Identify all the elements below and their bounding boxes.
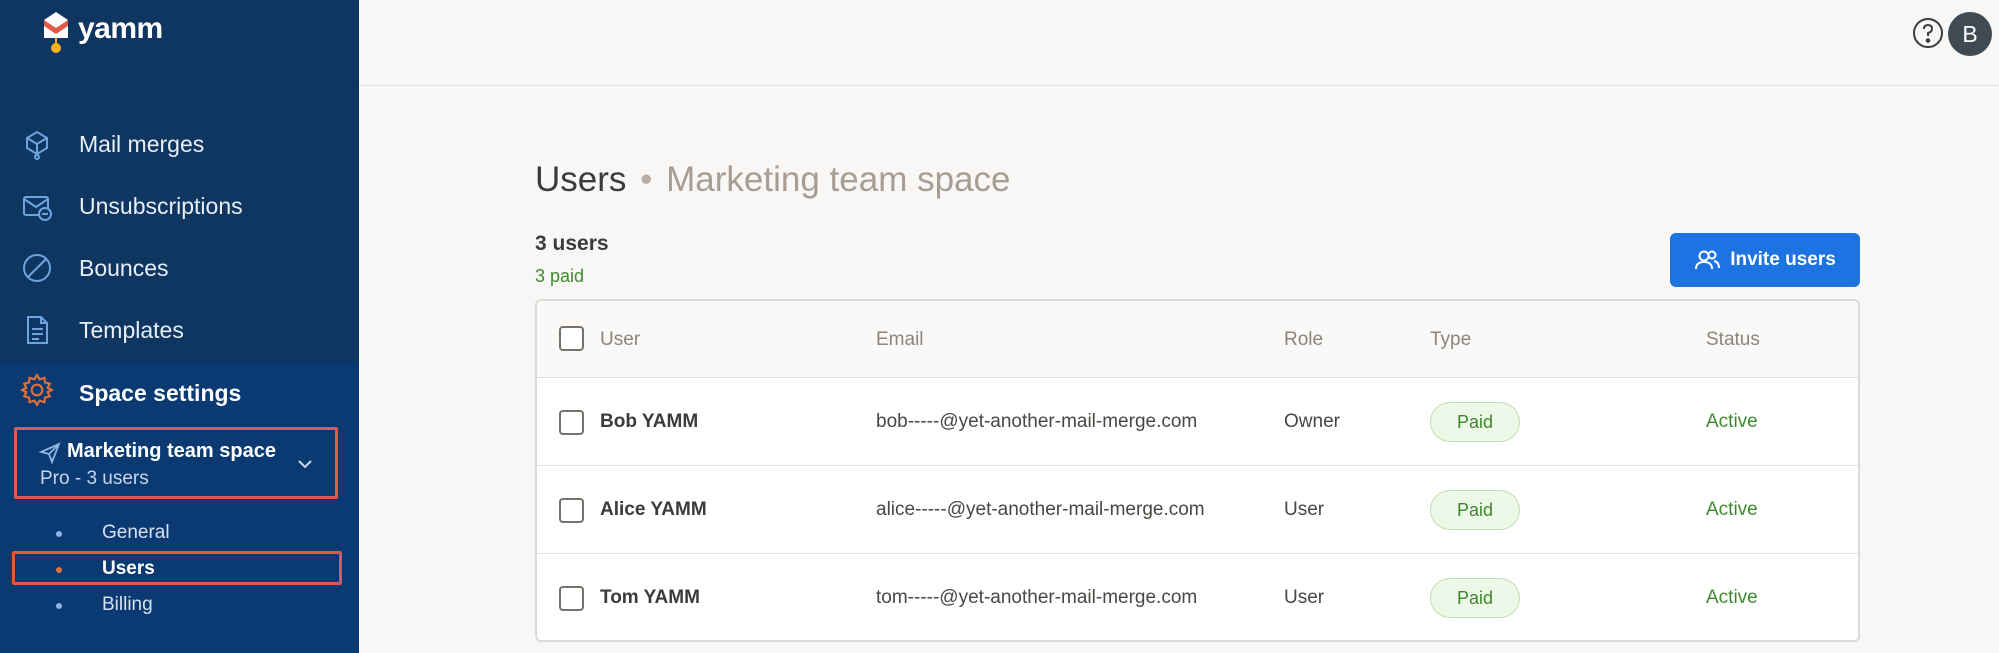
- row-checkbox[interactable]: [559, 586, 584, 611]
- nav-item-bounces[interactable]: Bounces: [0, 237, 359, 299]
- nav-item-mail-merges[interactable]: Mail merges: [0, 113, 359, 175]
- row-checkbox[interactable]: [559, 498, 584, 523]
- nav-label: Unsubscriptions: [79, 192, 243, 219]
- space-settings-label[interactable]: Space settings: [79, 380, 241, 407]
- paper-plane-icon: [38, 442, 61, 465]
- table-header: User Email Role Type Status: [537, 301, 1858, 378]
- table-row[interactable]: Bob YAMM bob-----@yet-another-mail-merge…: [537, 378, 1858, 466]
- sub-item-label: Billing: [102, 594, 153, 615]
- nav-item-templates[interactable]: Templates: [0, 299, 359, 361]
- type-badge: Paid: [1430, 402, 1520, 442]
- user-email: tom-----@yet-another-mail-merge.com: [876, 587, 1198, 608]
- space-plan: Pro - 3 users: [40, 468, 149, 489]
- bounces-icon: [20, 251, 54, 285]
- user-email: alice-----@yet-another-mail-merge.com: [876, 499, 1205, 520]
- gear-icon: [19, 373, 55, 407]
- sub-item-billing[interactable]: Billing: [0, 587, 359, 623]
- table-row[interactable]: Alice YAMM alice-----@yet-another-mail-m…: [537, 466, 1858, 554]
- nav-label: Templates: [79, 316, 184, 343]
- column-header-user: User: [600, 329, 641, 350]
- page-title-text: Users: [535, 160, 627, 199]
- column-header-type: Type: [1430, 329, 1472, 350]
- logo-text: yamm: [78, 12, 163, 45]
- invite-users-button[interactable]: Invite users: [1670, 233, 1860, 287]
- sub-item-general[interactable]: General: [0, 515, 359, 551]
- users-table: User Email Role Type Status Bob YAMM bob…: [535, 299, 1860, 642]
- user-name: Bob YAMM: [600, 411, 699, 432]
- chevron-down-icon: [295, 454, 315, 474]
- space-selector[interactable]: Marketing team space Pro - 3 users: [14, 427, 338, 499]
- title-separator: •: [640, 160, 653, 199]
- paid-count: 3 paid: [535, 266, 585, 286]
- yamm-logo-icon: [44, 12, 68, 53]
- user-role: User: [1284, 587, 1325, 608]
- status-text: Active: [1706, 587, 1758, 608]
- nav-item-unsubscriptions[interactable]: Unsubscriptions: [0, 175, 359, 237]
- page-title-space: Marketing team space: [666, 160, 1011, 199]
- user-role: User: [1284, 499, 1325, 520]
- active-item-highlight: [12, 551, 342, 585]
- page-title: Users • Marketing team space: [535, 160, 1010, 200]
- bullet-dot: [56, 531, 62, 537]
- user-count: 3 users: [535, 232, 609, 255]
- space-name: Marketing team space: [67, 440, 276, 462]
- select-all-checkbox[interactable]: [559, 326, 584, 351]
- user-name: Tom YAMM: [600, 587, 700, 608]
- space-settings-section: Space settings Marketing team space Pro …: [0, 362, 359, 653]
- status-text: Active: [1706, 499, 1758, 520]
- user-name: Alice YAMM: [600, 499, 707, 520]
- top-bar: B: [359, 0, 1999, 86]
- column-header-role: Role: [1284, 329, 1324, 350]
- row-checkbox[interactable]: [559, 410, 584, 435]
- avatar[interactable]: B: [1948, 12, 1992, 56]
- help-icon[interactable]: [1911, 16, 1945, 55]
- mail-merges-icon: [20, 127, 54, 161]
- yamm-logo[interactable]: yamm: [40, 8, 163, 56]
- unsubscribe-icon: [20, 189, 54, 223]
- column-header-status: Status: [1706, 329, 1760, 350]
- sub-item-label: General: [102, 522, 170, 543]
- users-icon: [1695, 250, 1721, 270]
- invite-users-label: Invite users: [1730, 249, 1836, 270]
- user-email: bob-----@yet-another-mail-merge.com: [876, 411, 1198, 432]
- status-text: Active: [1706, 411, 1758, 432]
- bullet-dot: [56, 603, 62, 609]
- type-badge: Paid: [1430, 578, 1520, 618]
- type-badge: Paid: [1430, 490, 1520, 530]
- nav-label: Mail merges: [79, 130, 205, 157]
- table-row[interactable]: Tom YAMM tom-----@yet-another-mail-merge…: [537, 554, 1858, 640]
- column-header-email: Email: [876, 329, 924, 350]
- sidebar: yamm Mail merges Unsubscriptions Bounces…: [0, 0, 359, 653]
- user-role: Owner: [1284, 411, 1340, 432]
- templates-icon: [20, 313, 54, 347]
- nav-label: Bounces: [79, 254, 169, 281]
